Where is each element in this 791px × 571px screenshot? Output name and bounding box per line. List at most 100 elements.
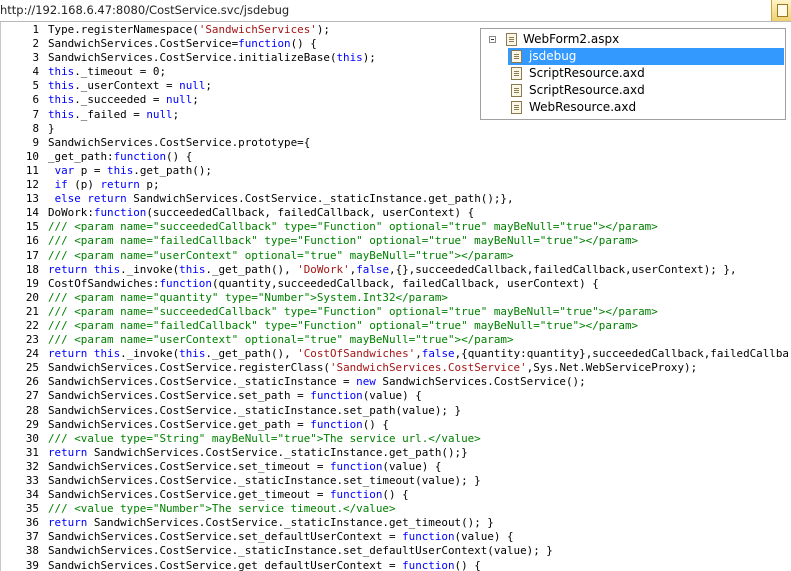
code-token: SandwichServices.CostService.set_path =: [48, 389, 311, 403]
code-token: SandwichServices.CostService.get_default…: [48, 558, 403, 571]
collapse-icon[interactable]: [489, 36, 496, 43]
line-number: 13: [25, 192, 39, 206]
code-token: SandwichServices.CostService=: [48, 37, 239, 51]
code-token: Type.registerNamespace(: [48, 23, 199, 36]
address-bar[interactable]: http://192.168.6.47:8080/CostService.svc…: [0, 0, 791, 22]
code-token: SandwichServices.CostService._staticInst…: [126, 192, 514, 206]
code-token: null: [146, 107, 173, 121]
line-number: 22: [25, 318, 39, 332]
code-token: false: [421, 347, 455, 361]
code-line: 39 SandwichServices.CostService.get_defau…: [1, 559, 789, 571]
code-token: /// <param name="failedCallback" type="F…: [48, 234, 639, 248]
line-number: 19: [25, 276, 39, 290]
code-token: function: [329, 459, 383, 473]
line-number: 14: [25, 206, 39, 220]
line-number: 32: [25, 459, 39, 473]
code-token: /// <param name="userContext" optional="…: [48, 248, 514, 262]
script-file-icon: [511, 67, 522, 80]
code-token: this: [48, 65, 75, 79]
code-line: 33 SandwichServices.CostService._staticIn…: [1, 474, 789, 488]
code-line: 19 CostOfSandwiches:function(quantity,suc…: [1, 277, 789, 291]
code-token: ._failed =: [74, 107, 147, 121]
code-token: () {: [290, 37, 317, 51]
page-icon[interactable]: [771, 0, 791, 21]
code-line: 14 DoWork:function(succeededCallback, fai…: [1, 206, 789, 220]
tree-item-scriptresource[interactable]: ScriptResource.axd: [508, 82, 784, 99]
code-line: 10 _get_path:function() {: [1, 150, 789, 164]
code-token: ;: [205, 79, 212, 93]
code-line: 16 /// <param name="failedCallback" type=…: [1, 234, 789, 248]
tree-item-webresource[interactable]: WebResource.axd: [508, 99, 784, 116]
code-token: SandwichServices.CostService._staticInst…: [48, 403, 462, 417]
line-number: 31: [25, 445, 39, 459]
code-token: 'SandwichServices.CostService': [329, 361, 527, 375]
address-url[interactable]: http://192.168.6.47:8080/CostService.svc…: [0, 3, 289, 17]
line-number: 3: [32, 51, 39, 65]
code-line: 24 return this._invoke(this._get_path(), …: [1, 347, 789, 361]
code-token: (value) {: [454, 530, 514, 544]
code-token: p =: [74, 163, 108, 177]
code-token: /// <param name="userContext" optional="…: [48, 333, 514, 347]
line-number: 5: [32, 79, 39, 93]
line-number: 33: [25, 474, 39, 487]
code-token: SandwichServices.CostService.prototype={: [48, 135, 311, 149]
code-token: function: [329, 488, 383, 502]
script-file-icon: [511, 50, 522, 63]
code-token: this: [93, 262, 121, 276]
code-token: 'SandwichServices': [198, 23, 317, 36]
code-token: SandwichServices.CostService._staticInst…: [87, 445, 468, 459]
code-token: ;: [172, 107, 180, 121]
code-token: ,Sys.Net.WebServiceProxy);: [526, 361, 698, 375]
code-line: 26 SandwichServices.CostService._staticIn…: [1, 375, 789, 389]
code-token: ._invoke(: [120, 262, 180, 276]
code-token: (quantity,succeededCallback, failedCallb…: [211, 276, 599, 290]
code-token: SandwichServices.CostService.registerCla…: [48, 361, 330, 375]
code-line: 13 else return SandwichServices.CostServ…: [1, 192, 789, 206]
code-line: 25 SandwichServices.CostService.registerC…: [1, 361, 789, 375]
code-line: 38 SandwichServices.CostService._staticIn…: [1, 544, 789, 558]
code-line: 29 SandwichServices.CostService.get_path …: [1, 418, 789, 432]
code-token: );: [316, 23, 330, 36]
code-token: SandwichServices.CostService._staticInst…: [48, 375, 357, 389]
code-token: this: [107, 163, 134, 177]
code-token: function: [238, 37, 291, 51]
code-token: SandwichServices.CostService.get_path =: [48, 417, 311, 431]
code-line: 35 /// <value type="Number">The service t…: [1, 502, 789, 516]
code-line: 11 var p = this.get_path();: [1, 164, 789, 178]
line-number: 34: [25, 488, 39, 502]
line-number: 11: [25, 163, 39, 177]
code-token: );: [362, 51, 376, 65]
line-number: 16: [25, 234, 39, 248]
code-token: ._get_path(),: [205, 262, 298, 276]
code-line: 9 SandwichServices.CostService.prototype=…: [1, 136, 789, 150]
code-token: function: [159, 276, 212, 290]
code-token: SandwichServices.CostService();: [375, 375, 586, 389]
code-token: /// <value type="String" mayBeNull="true…: [48, 431, 481, 445]
code-token: ._timeout = 0;: [74, 65, 167, 79]
line-number: 28: [25, 403, 39, 417]
code-line: 27 SandwichServices.CostService.set_path …: [1, 389, 789, 403]
tree-item-scriptresource[interactable]: ScriptResource.axd: [508, 65, 784, 82]
tree-root-row[interactable]: WebForm2.aspx: [481, 31, 785, 48]
aspx-file-icon: [506, 33, 517, 46]
code-token: /// <value type="Number">The service tim…: [48, 502, 396, 516]
tree-item-label: WebResource.axd: [529, 100, 637, 114]
code-line: 17 /// <param name="userContext" optional…: [1, 249, 789, 263]
code-line: 28 SandwichServices.CostService._staticIn…: [1, 404, 789, 418]
code-token: null: [179, 79, 206, 93]
script-file-icon: [511, 84, 522, 97]
code-token: /// <param name="failedCallback" type="F…: [48, 318, 639, 332]
tree-item-label: jsdebug: [529, 49, 577, 63]
tree-item-label: ScriptResource.axd: [529, 83, 645, 97]
line-number: 17: [25, 248, 39, 262]
line-number: 18: [25, 262, 39, 276]
line-number: 39: [25, 558, 39, 571]
tree-item-jsdebug[interactable]: jsdebug: [508, 48, 784, 65]
code-token: ._invoke(: [120, 347, 180, 361]
code-token: }: [48, 121, 55, 135]
line-number: 25: [25, 361, 39, 375]
code-token: p;: [139, 178, 160, 192]
code-line: 20 /// <param name="quantity" type="Numbe…: [1, 291, 789, 305]
line-number: 24: [25, 347, 39, 361]
code-token: function: [310, 389, 363, 403]
